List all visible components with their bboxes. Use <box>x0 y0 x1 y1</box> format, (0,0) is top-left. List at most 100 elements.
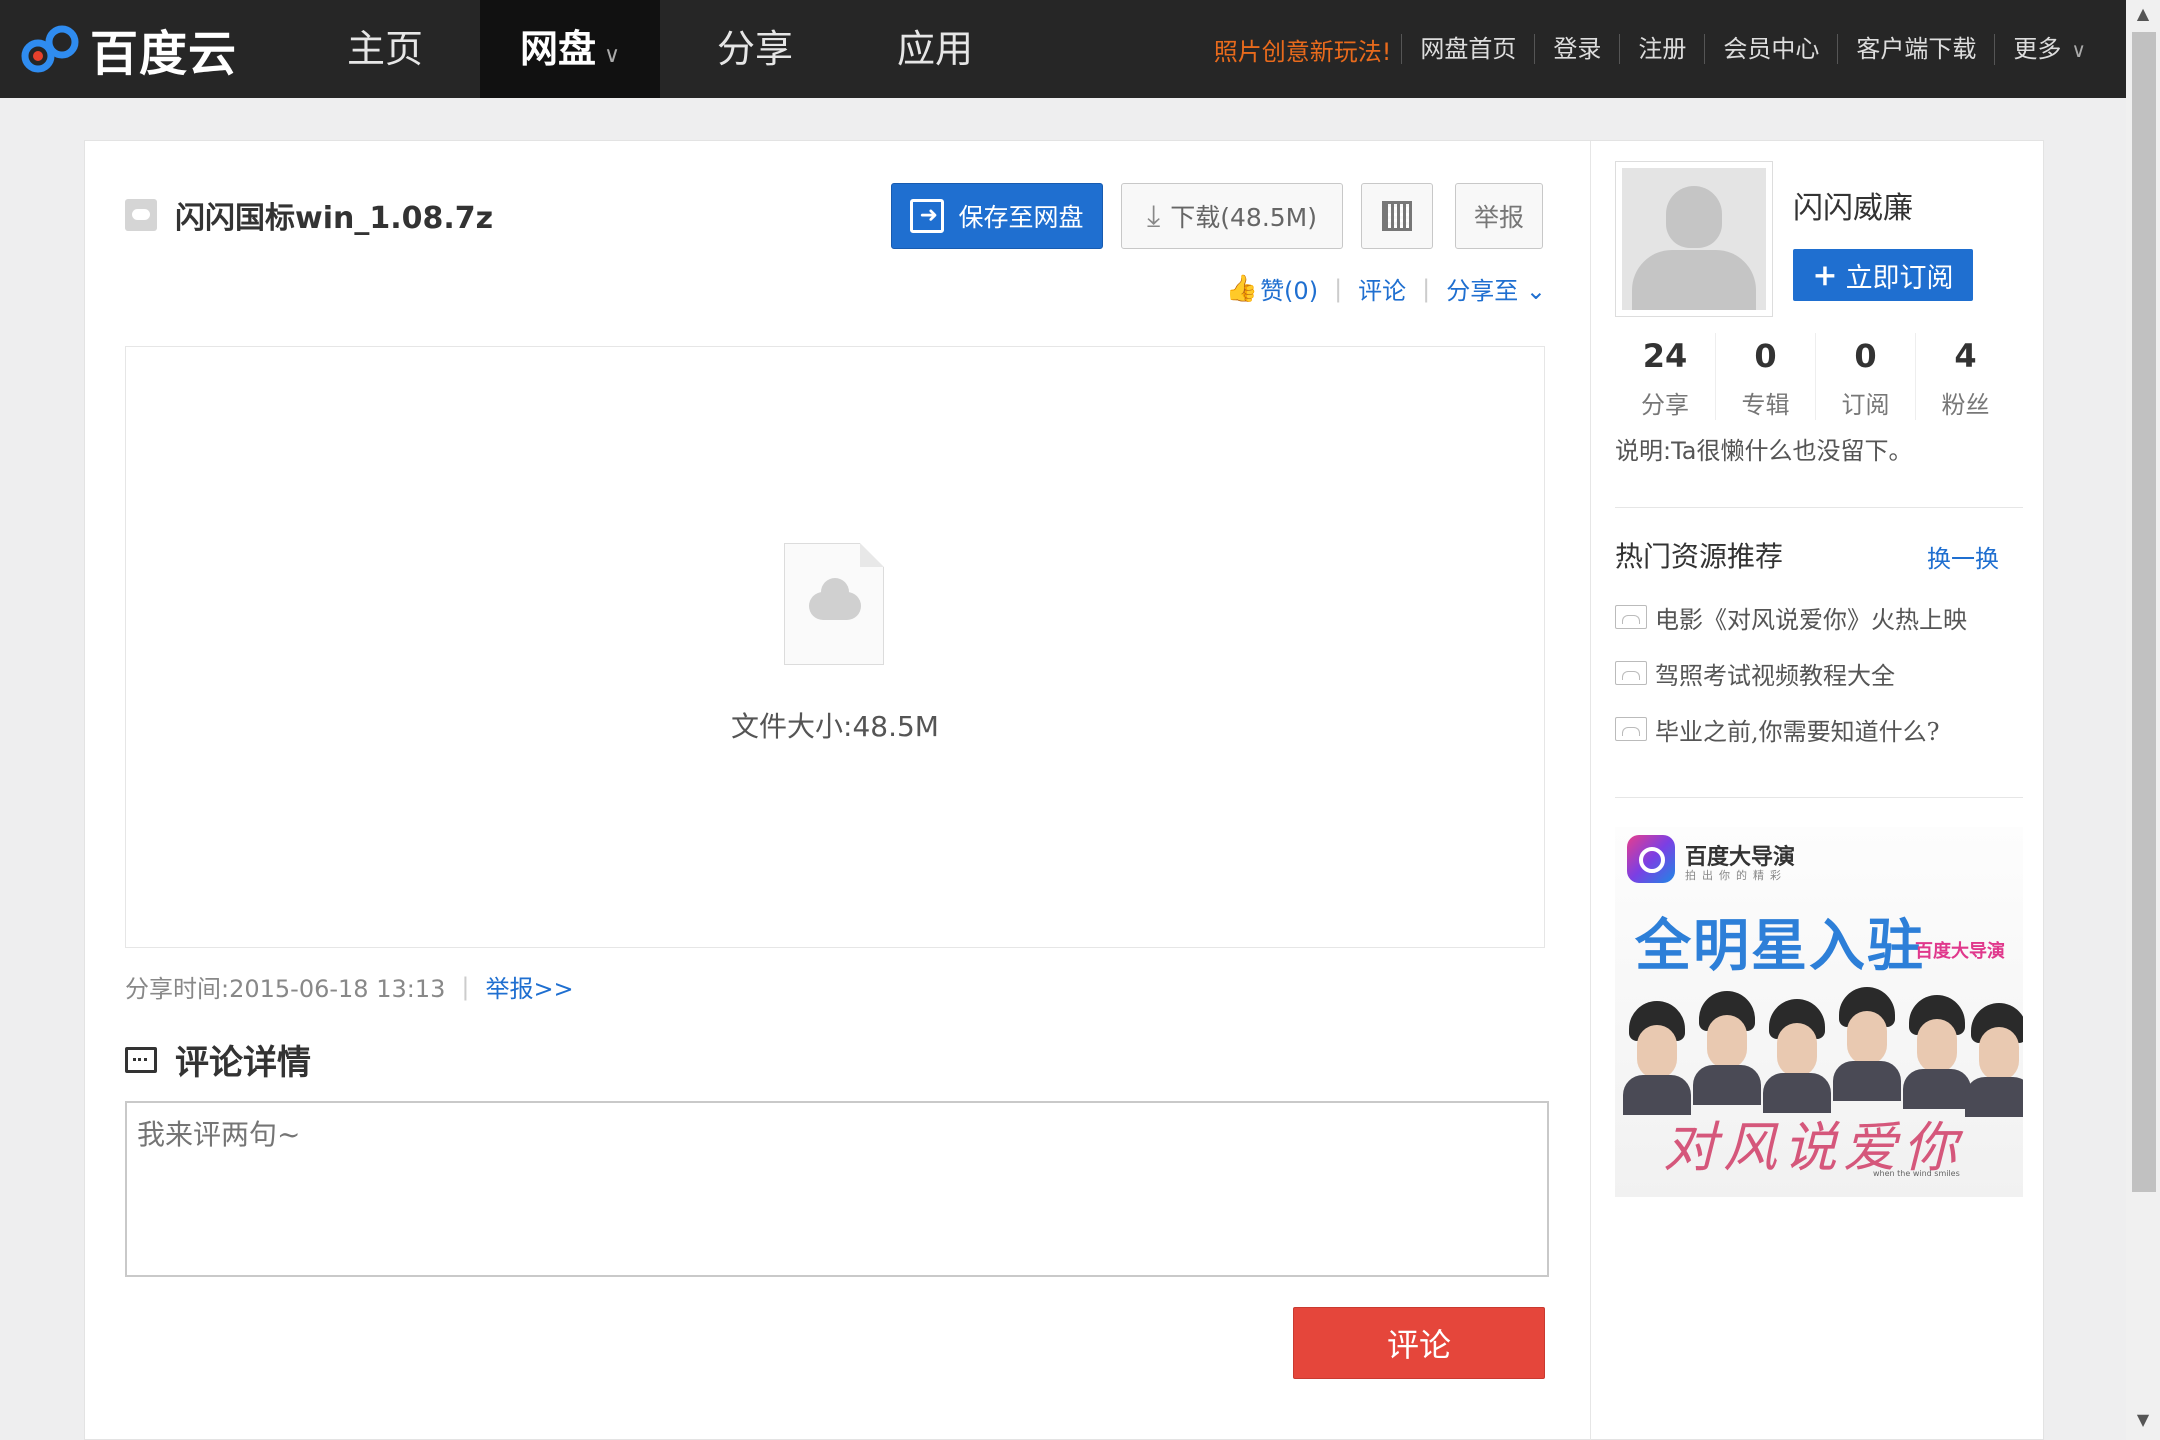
list-item-label: 电影《对风说爱你》火热上映 <box>1655 605 1967 634</box>
stat-number: 4 <box>1954 337 1977 375</box>
submit-comment-button[interactable]: 评论 <box>1293 1307 1545 1379</box>
stat-label: 专辑 <box>1741 391 1790 419</box>
report-button-label: 举报 <box>1473 203 1524 232</box>
resource-icon <box>1615 661 1647 685</box>
comment-input[interactable] <box>125 1101 1549 1277</box>
top-nav-bar: 百度云 主页 网盘 ∨ 分享 应用 照片创意新玩法! 网盘首页 登录 注册 会员中… <box>0 0 2126 98</box>
nav-share-label: 分享 <box>716 27 793 71</box>
more-menu[interactable]: 更多 ∨ <box>1994 33 2104 65</box>
list-item[interactable]: 驾照考试视频教程大全 <box>1615 645 2015 701</box>
more-label: 更多 <box>2013 34 2062 63</box>
baidu-cloud-logo-icon <box>21 25 79 73</box>
link-client-download[interactable]: 客户端下载 <box>1837 34 1994 64</box>
file-preview: 文件大小:48.5M <box>125 346 1545 948</box>
list-item[interactable]: 电影《对风说爱你》火热上映 <box>1615 589 2015 645</box>
plus-icon: + <box>1812 257 1838 293</box>
thumbs-up-icon[interactable]: 👍 <box>1226 274 1258 304</box>
qrcode-button[interactable] <box>1361 183 1433 249</box>
link-register[interactable]: 注册 <box>1619 34 1704 64</box>
page-scrollbar[interactable]: ▲ ▼ <box>2126 0 2160 1440</box>
share-to-label: 分享至 <box>1446 277 1519 305</box>
submit-comment-label: 评论 <box>1386 1326 1451 1364</box>
chevron-down-icon: ∨ <box>2071 37 2086 62</box>
list-item[interactable]: 毕业之前,你需要知道什么? <box>1615 701 2015 757</box>
user-avatar[interactable] <box>1615 161 1773 317</box>
ad-tagline: when the wind smiles <box>1873 1169 1960 1178</box>
user-name[interactable]: 闪闪威廉 <box>1793 183 1913 227</box>
download-button[interactable]: ⤓ 下载(48.5M) <box>1121 183 1343 249</box>
stat-fans[interactable]: 4 粉丝 <box>1915 333 2015 420</box>
stat-number: 24 <box>1642 337 1688 375</box>
separator: | <box>1422 274 1431 303</box>
hot-resources-list: 电影《对风说爱你》火热上映 驾照考试视频教程大全 毕业之前,你需要知道什么? <box>1615 589 2015 757</box>
baidu-yun-logo[interactable]: 百度云 <box>20 14 237 84</box>
nav-home[interactable]: 主页 <box>300 0 470 98</box>
user-stats: 24 分享 0 专辑 0 订阅 4 粉丝 <box>1615 333 2015 420</box>
resource-icon <box>1615 717 1647 741</box>
scroll-up-arrow-icon[interactable]: ▲ <box>2126 4 2160 28</box>
stat-number: 0 <box>1854 337 1877 375</box>
refresh-link[interactable]: 换一换 <box>1927 539 1999 574</box>
nav-app-label: 应用 <box>896 27 973 71</box>
user-description: 说明:Ta很懒什么也没留下。 <box>1615 437 1913 465</box>
cloud-file-icon <box>125 199 157 231</box>
download-icon: ⤓ <box>1146 198 1161 234</box>
separator: | <box>461 972 470 1001</box>
resource-icon <box>1615 605 1647 629</box>
stat-albums[interactable]: 0 专辑 <box>1715 333 1815 420</box>
report-link[interactable]: 举报>> <box>485 969 573 1004</box>
report-button[interactable]: 举报 <box>1455 183 1543 249</box>
subscribe-label: 立即订阅 <box>1845 262 1954 294</box>
link-login[interactable]: 登录 <box>1534 34 1619 64</box>
scroll-thumb[interactable] <box>2132 32 2156 1192</box>
nav-app[interactable]: 应用 <box>850 0 1020 98</box>
ad-headline: 全明星入驻 <box>1635 914 1925 979</box>
save-to-pan-button[interactable]: 保存至网盘 <box>891 183 1103 249</box>
scroll-down-arrow-icon[interactable]: ▼ <box>2126 1410 2160 1434</box>
list-item-label: 驾照考试视频教程大全 <box>1655 661 1895 690</box>
qrcode-icon <box>1382 201 1412 231</box>
ad-banner[interactable]: 百度大导演 拍出你的精彩 全明星入驻 百度大导演 对风说爱你 when the … <box>1615 827 2023 1197</box>
file-size-text: 文件大小:48.5M <box>731 710 939 743</box>
divider <box>1615 797 2023 798</box>
ad-slogan: 拍出你的精彩 <box>1685 869 1787 882</box>
save-button-label: 保存至网盘 <box>958 203 1084 232</box>
link-pan-home[interactable]: 网盘首页 <box>1401 34 1534 64</box>
stat-shares[interactable]: 24 分享 <box>1615 333 1715 420</box>
nav-home-label: 主页 <box>346 27 423 71</box>
comment-icon <box>125 1046 157 1073</box>
chevron-down-icon: ⌄ <box>1518 277 1546 305</box>
file-header: 闪闪国标win_1.08.7z <box>125 193 493 237</box>
cloud-shape <box>809 578 861 620</box>
comment-section-title: 评论详情 <box>125 1035 311 1084</box>
subscribe-button[interactable]: + 立即订阅 <box>1793 249 1973 301</box>
share-meta: 分享时间:2015-06-18 13:13 | 举报>> <box>125 969 574 1004</box>
default-avatar-icon <box>1622 168 1766 310</box>
nav-share[interactable]: 分享 <box>670 0 840 98</box>
share-card: 闪闪国标win_1.08.7z 保存至网盘 ⤓ 下载(48.5M) 举报 👍 赞… <box>84 140 2044 1440</box>
top-links: 照片创意新玩法! 网盘首页 登录 注册 会员中心 客户端下载 更多 ∨ <box>1214 0 2104 98</box>
download-button-label: 下载(48.5M) <box>1170 203 1317 232</box>
link-member-center[interactable]: 会员中心 <box>1704 34 1837 64</box>
promo-link[interactable]: 照片创意新玩法! <box>1214 32 1402 67</box>
divider <box>1615 507 2023 508</box>
logo-text: 百度云 <box>90 26 238 82</box>
comment-link[interactable]: 评论 <box>1358 271 1406 306</box>
nav-pan[interactable]: 网盘 ∨ <box>480 0 660 98</box>
ad-subtitle: 百度大导演 <box>1915 941 2005 962</box>
save-icon <box>910 199 945 233</box>
main-column: 闪闪国标win_1.08.7z 保存至网盘 ⤓ 下载(48.5M) 举报 👍 赞… <box>85 141 1591 1440</box>
like-link[interactable]: 赞(0) <box>1260 271 1318 306</box>
stat-subscriptions[interactable]: 0 订阅 <box>1815 333 1915 420</box>
file-actions: 👍 赞(0) | 评论 | 分享至 ⌄ <box>1226 271 1546 306</box>
file-name: 闪闪国标win_1.08.7z <box>175 201 494 236</box>
chevron-down-icon: ∨ <box>603 43 621 68</box>
share-to-dropdown[interactable]: 分享至 ⌄ <box>1446 271 1546 306</box>
stat-label: 粉丝 <box>1941 391 1990 419</box>
stat-number: 0 <box>1754 337 1777 375</box>
stat-label: 分享 <box>1641 391 1689 419</box>
nav-pan-label: 网盘 <box>519 27 596 71</box>
list-item-label: 毕业之前,你需要知道什么? <box>1655 717 1940 746</box>
stat-label: 订阅 <box>1841 391 1890 419</box>
baidu-director-app-icon <box>1627 835 1675 883</box>
